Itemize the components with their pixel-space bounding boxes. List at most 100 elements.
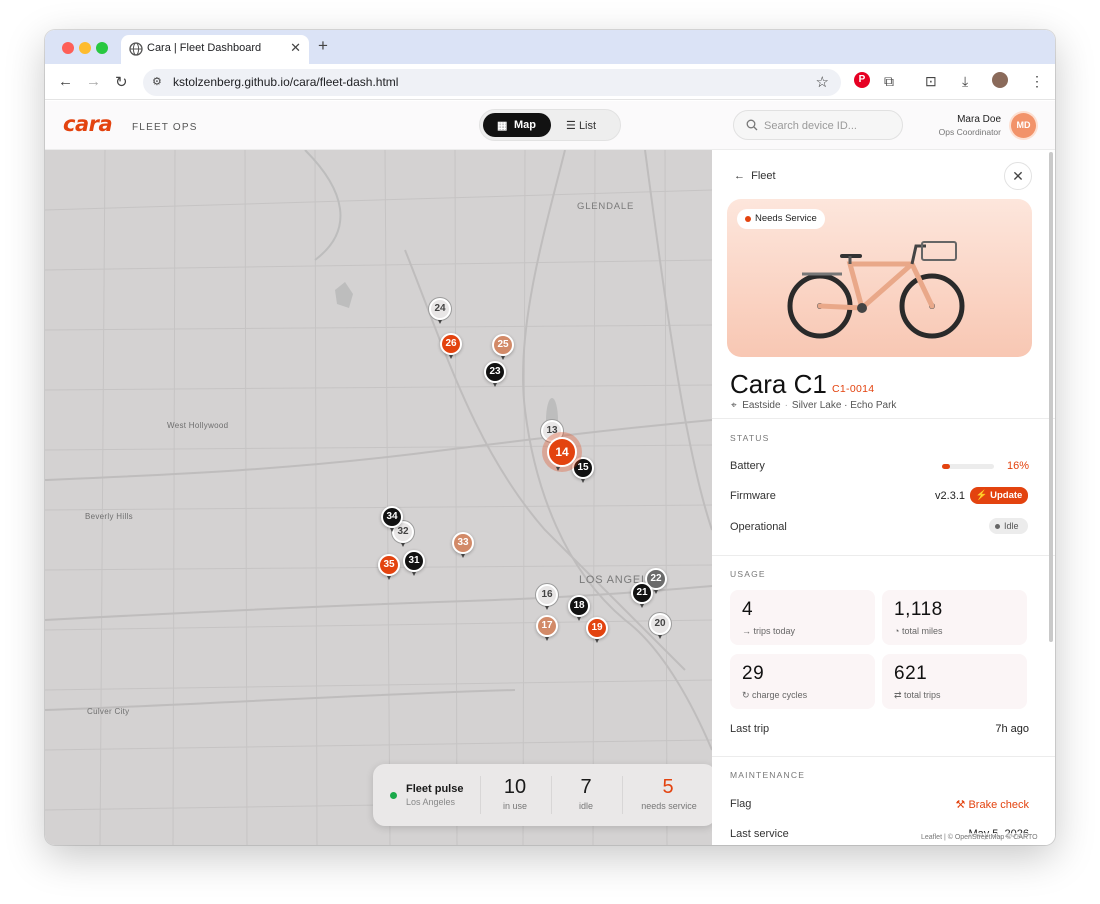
update-firmware-button[interactable]: ⚡ Update (970, 487, 1028, 504)
list-view-label: List (578, 120, 597, 132)
reload-icon[interactable]: ↻ (115, 73, 128, 91)
device-pin[interactable]: 21 (631, 582, 653, 608)
site-settings-icon[interactable]: ⚙ (152, 75, 162, 88)
back-to-fleet-link[interactable]: ← Fleet (734, 170, 776, 182)
view-toggle: ▦ Map ☰ List (479, 109, 621, 141)
device-pin[interactable]: 31 (403, 550, 425, 576)
close-panel-button[interactable]: ✕ (1004, 162, 1032, 190)
wrench-icon: ⚒ (955, 799, 966, 811)
close-icon: ✕ (1012, 168, 1024, 184)
device-pin[interactable]: 25 (492, 334, 514, 360)
in-use-label: in use (502, 801, 528, 811)
device-pin[interactable]: 33 (452, 532, 474, 558)
trips-today-value: 4 (742, 599, 754, 620)
battery-bar (942, 464, 994, 469)
device-pin[interactable]: 16 (536, 584, 558, 610)
bike-image: Needs Service (727, 199, 1032, 357)
charge-cycles-card: 29 ↻ charge cycles (730, 654, 875, 709)
idle-label: idle (578, 801, 593, 811)
avatar[interactable]: MD (1011, 113, 1036, 138)
new-tab-button[interactable]: + (318, 36, 328, 56)
needs-service-count: 5 (662, 776, 674, 798)
total-trips-card: 621 ⇄ total trips (882, 654, 1027, 709)
device-model: Cara C1 (730, 369, 827, 399)
maximize-window-button[interactable] (96, 42, 108, 54)
device-pin[interactable]: 34 (381, 506, 403, 532)
star-icon[interactable]: ☆ (816, 73, 829, 91)
profile-icon[interactable] (992, 72, 1008, 88)
browser-tab[interactable]: Cara | Fleet Dashboard ✕ (121, 35, 309, 64)
user-name: Mara Doe (957, 114, 1001, 125)
map-view-button[interactable]: ▦ Map (483, 113, 551, 137)
globe-icon (129, 42, 143, 56)
device-search (733, 110, 903, 140)
status-badge: Needs Service (737, 209, 825, 229)
brake-check-flag[interactable]: ⚒ Brake check (956, 798, 1029, 811)
extensions-icon[interactable]: ⧉ (884, 73, 894, 90)
selected-device-pin[interactable]: 14 (547, 437, 577, 471)
status-dot (390, 792, 397, 799)
close-tab-icon[interactable]: ✕ (290, 40, 301, 56)
app-subtitle: FLEET OPS (132, 122, 198, 133)
trips-today-label: → trips today (742, 626, 796, 636)
last-service-label: Last service (730, 828, 789, 840)
pulse-title: Fleet pulse (406, 783, 464, 795)
last-trip-label: Last trip (730, 723, 770, 735)
device-pin[interactable]: 26 (440, 333, 462, 359)
minimize-window-button[interactable] (79, 42, 91, 54)
map-label-culver-city: Culver City (87, 707, 130, 716)
map-label-glendale: GLENDALE (577, 201, 635, 212)
tab-title: Cara | Fleet Dashboard (147, 42, 262, 54)
device-pin[interactable]: 23 (484, 361, 506, 387)
cara-logo[interactable]: cara (63, 112, 113, 136)
map-attribution[interactable]: Leaflet | © OpenStreetMap © CARTO (918, 833, 1041, 842)
fleet-map[interactable]: GLENDALE West Hollywood Beverly Hills LO… (45, 150, 712, 845)
device-pin[interactable]: 18 (568, 595, 590, 621)
usage-section-title: USAGE (730, 569, 766, 579)
app-header: cara FLEET OPS ▦ Map ☰ List Mara Doe Ops… (45, 101, 1055, 150)
charge-cycles-value: 29 (742, 663, 765, 684)
browser-window: Cara | Fleet Dashboard ✕ + ← → ↻ ⚙ kstol… (45, 30, 1055, 845)
panel-scrollbar[interactable] (1049, 152, 1053, 642)
menu-icon[interactable]: ⋮ (1030, 73, 1044, 90)
charge-cycles-label: ↻ charge cycles (742, 690, 808, 700)
bolt-icon: ⚡ (975, 490, 988, 501)
device-pin[interactable]: 19 (586, 617, 608, 643)
address-bar[interactable]: ⚙ kstolzenberg.github.io/cara/fleet-dash… (143, 69, 841, 96)
device-pin[interactable]: 20 (649, 613, 671, 639)
in-use-count: 10 (503, 776, 527, 798)
back-label: Fleet (751, 170, 776, 182)
firmware-label: Firmware (730, 490, 776, 502)
forward-icon[interactable]: → (86, 73, 101, 90)
device-pin[interactable]: 35 (378, 554, 400, 580)
status-section-title: STATUS (730, 433, 770, 443)
flag-label: Flag (730, 798, 752, 810)
map-label-west-hollywood: West Hollywood (167, 421, 229, 430)
search-input[interactable] (764, 117, 894, 135)
pinterest-icon[interactable]: P (854, 72, 870, 88)
list-view-button[interactable]: ☰ List (566, 119, 596, 132)
tab-search-icon[interactable]: ⊡ (925, 73, 937, 90)
neighborhood: Eastside (742, 400, 781, 411)
download-icon[interactable]: ⤓ (962, 73, 968, 90)
total-miles-label: ◔ total miles (894, 626, 943, 636)
close-window-button[interactable] (62, 42, 74, 54)
url-text: kstolzenberg.github.io/cara/fleet-dash.h… (173, 75, 399, 89)
device-pin[interactable]: 17 (536, 615, 558, 641)
idle-count: 7 (580, 776, 592, 798)
device-serial: C1-0014 (832, 383, 875, 395)
divider (712, 756, 1055, 757)
pulse-subtitle: Los Angeles (406, 797, 456, 807)
map-label-beverly-hills: Beverly Hills (85, 512, 133, 521)
back-icon[interactable]: ← (58, 73, 73, 90)
map-view-label: Map (514, 119, 536, 131)
device-detail-panel: ← Fleet ✕ Needs Service Cara C1 C1-0014 … (712, 150, 1055, 845)
device-pin[interactable]: 15 (572, 457, 594, 483)
device-pin[interactable]: 24 (429, 298, 451, 324)
total-trips-label: ⇄ total trips (894, 690, 941, 700)
divider (622, 776, 623, 814)
operational-status-badge: Idle (989, 518, 1028, 534)
firmware-value: v2.3.1 (935, 490, 965, 502)
total-trips-value: 621 (894, 663, 928, 684)
battery-fill (942, 464, 951, 469)
